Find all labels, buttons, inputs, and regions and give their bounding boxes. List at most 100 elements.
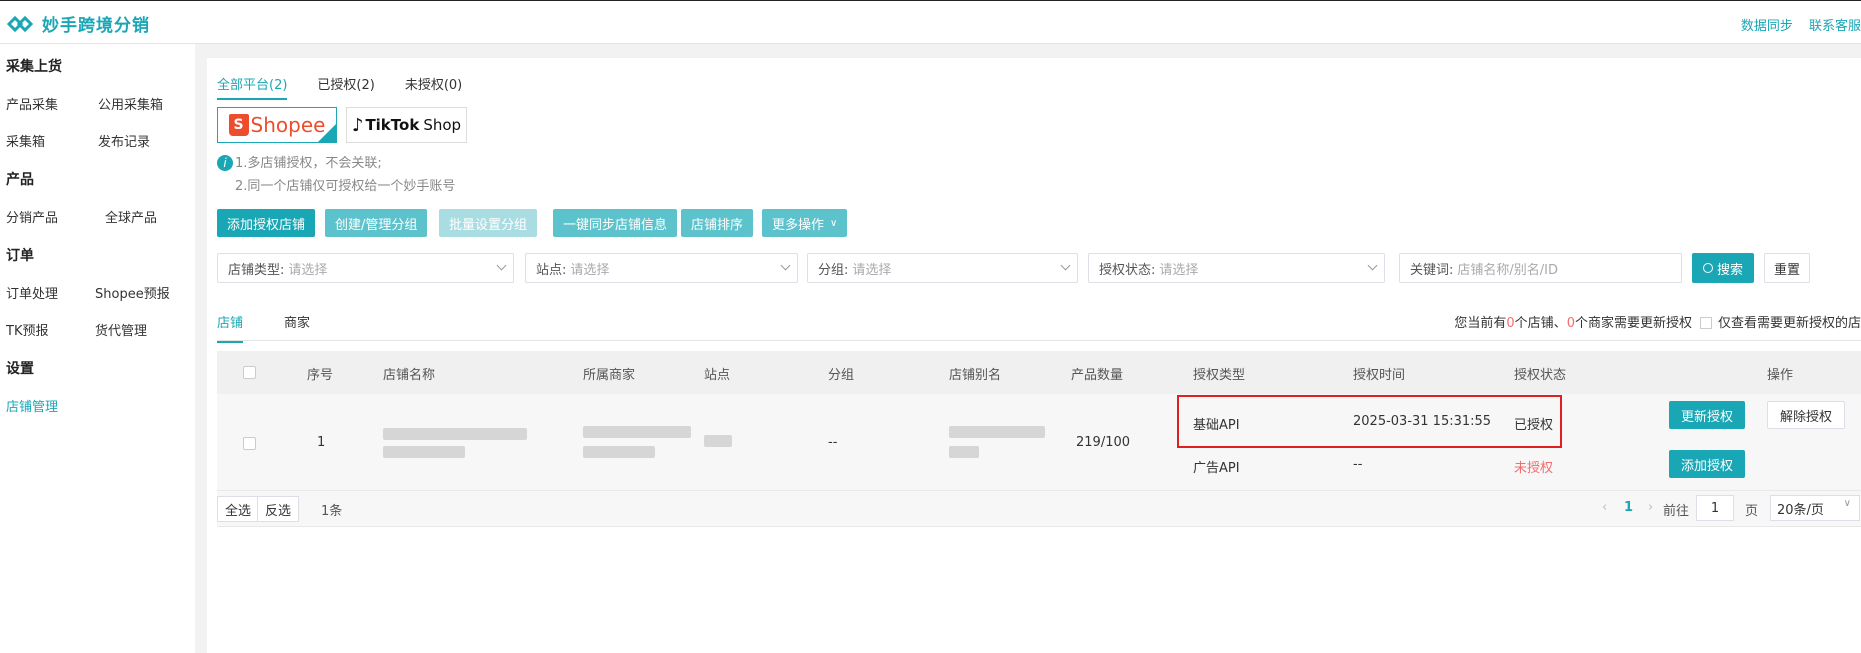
top-bar: 妙手跨境分销 数据同步 联系客服 (0, 0, 1861, 44)
row-group: -- (828, 435, 838, 450)
current-page[interactable]: 1 (1624, 500, 1633, 515)
update-auth-button[interactable]: 更新授权 (1669, 401, 1746, 429)
only-need-update-checkbox[interactable] (1699, 317, 1712, 329)
more-actions-button[interactable]: 更多操作 ∨ (762, 209, 848, 237)
sidebar-group-collect: 采集上货 (6, 59, 62, 75)
tiktok-label: TikTok (365, 116, 420, 134)
tiktok-note-icon: ♪ (351, 114, 364, 136)
auth-status-placeholder: 请选择 (1159, 262, 1199, 278)
page-unit-label: 页 (1745, 504, 1759, 519)
sidebar-item-store-management[interactable]: 店铺管理 (6, 396, 58, 415)
reset-button[interactable]: 重置 (1764, 253, 1810, 283)
select-all-checkbox[interactable] (243, 366, 256, 379)
tip-1: 1.多店铺授权，不会关联; (235, 156, 382, 171)
row-index: 1 (317, 435, 326, 450)
sidebar-item-tk-forecast[interactable]: TK预报 (6, 320, 48, 339)
chevron-down-icon (780, 260, 791, 271)
chevron-down-icon (496, 260, 507, 271)
sidebar-item-publish-log[interactable]: 发布记录 (98, 131, 150, 150)
sidebar-item-product-collect[interactable]: 产品采集 (6, 94, 58, 113)
invert-selection-button[interactable]: 反选 (257, 496, 300, 522)
manage-groups-button[interactable]: 创建/管理分组 (325, 209, 428, 237)
store-sort-button[interactable]: 店铺排序 (681, 209, 754, 237)
tab-stores[interactable]: 店铺 (217, 312, 244, 343)
keyword-input[interactable]: 关键词: 店铺名称/别名/ID (1399, 253, 1682, 283)
search-label: 搜索 (1716, 262, 1743, 278)
auth-status-filter[interactable]: 授权状态: 请选择 (1088, 253, 1385, 283)
tiktok-platform-card[interactable]: ♪ TikTok Shop (346, 107, 467, 143)
sidebar-item-distribution-products[interactable]: 分销产品 (6, 207, 58, 226)
header-links: 数据同步 联系客服 (1729, 15, 1861, 34)
data-sync-link[interactable]: 数据同步 (1741, 19, 1793, 34)
add-auth-button[interactable]: 添加授权 (1669, 450, 1746, 478)
site-placeholder: 请选择 (570, 262, 610, 278)
tab-merchants[interactable]: 商家 (284, 312, 310, 341)
alias-redacted (949, 426, 1045, 438)
sidebar-item-order-processing[interactable]: 订单处理 (6, 283, 58, 302)
page-jump-input[interactable]: 1 (1696, 495, 1734, 521)
page-size-select[interactable]: 20条/页 ∨ (1770, 495, 1860, 521)
shopee-label: Shopee (250, 113, 326, 137)
chevron-down-icon (1367, 260, 1378, 271)
highlight-box (1177, 395, 1562, 448)
tab-unauthorized[interactable]: 未授权(0) (405, 74, 462, 100)
site-filter[interactable]: 站点: 请选择 (525, 253, 798, 283)
revoke-auth-button[interactable]: 解除授权 (1767, 401, 1846, 429)
only-need-update-label: 仅查看需要更新授权的店 (1717, 316, 1861, 331)
table-header: 序号 店铺名称 所属商家 站点 分组 店铺别名 产品数量 授权类型 授权时间 授… (217, 351, 1861, 394)
col-index: 序号 (307, 368, 334, 383)
store-name-redacted (383, 428, 527, 440)
next-page-icon[interactable]: › (1648, 500, 1653, 515)
tab-authorized[interactable]: 已授权(2) (317, 74, 374, 100)
shopee-logo: S Shopee (228, 113, 326, 137)
shops-needing-update: 0 (1506, 316, 1515, 331)
sidebar-item-forwarder[interactable]: 货代管理 (95, 320, 147, 339)
sidebar-item-public-box[interactable]: 公用采集箱 (98, 94, 163, 113)
note-text-2: 个店铺、 (1514, 316, 1567, 331)
store-type-filter[interactable]: 店铺类型: 请选择 (217, 253, 514, 283)
sync-store-info-button[interactable]: 一键同步店铺信息 (553, 209, 678, 237)
col-merchant: 所属商家 (583, 368, 636, 383)
sidebar-group-order: 订单 (6, 248, 34, 264)
sidebar-item-global-products[interactable]: 全球产品 (105, 207, 157, 226)
search-button[interactable]: 搜索 (1692, 253, 1754, 283)
shopee-platform-card[interactable]: S Shopee (217, 107, 337, 143)
select-all-button[interactable]: 全选 (217, 496, 260, 522)
main-panel: 全部平台(2) 已授权(2) 未授权(0) S Shopee ♪ TikTok … (207, 58, 1861, 653)
store-type-label: 店铺类型: (228, 262, 285, 278)
note-text-1: 您当前有 (1454, 316, 1507, 331)
batch-set-group-button[interactable]: 批量设置分组 (439, 209, 538, 237)
brand-logo[interactable]: 妙手跨境分销 (6, 11, 150, 36)
col-site: 站点 (704, 368, 731, 383)
alias-redacted (949, 446, 979, 458)
keyword-label: 关键词: (1410, 262, 1454, 278)
sub-tabs: 店铺 商家 您当前有0个店铺、0个商家需要更新授权 仅查看需要更新授权的店 (217, 306, 1861, 343)
col-auth-time: 授权时间 (1353, 368, 1406, 383)
row-checkbox[interactable] (243, 437, 256, 450)
site-redacted (704, 435, 732, 447)
logo-icon (6, 15, 34, 32)
add-authorized-store-button[interactable]: 添加授权店铺 (217, 209, 316, 237)
group-filter[interactable]: 分组: 请选择 (807, 253, 1078, 283)
chevron-down-icon (1060, 260, 1071, 271)
row-product-count: 219/100 (1076, 435, 1131, 450)
update-auth-note: 您当前有0个店铺、0个商家需要更新授权 仅查看需要更新授权的店 (1454, 312, 1861, 331)
keyword-placeholder: 店铺名称/别名/ID (1457, 262, 1558, 278)
tab-all-platforms[interactable]: 全部平台(2) (217, 74, 288, 100)
table-footer: 全选 反选 1条 ‹ 1 › 前往 1 页 20条/页 ∨ (217, 491, 1861, 527)
group-label: 分组: (818, 262, 849, 278)
sidebar: 采集上货 产品采集 公用采集箱 采集箱 发布记录 产品 分销产品 全球产品 订单… (0, 44, 195, 653)
merchant-redacted (583, 426, 691, 438)
contact-support-link[interactable]: 联系客服 (1809, 19, 1861, 34)
sidebar-item-shopee-forecast[interactable]: Shopee预报 (95, 283, 170, 302)
prev-page-icon[interactable]: ‹ (1602, 500, 1607, 515)
auth-time-ads: -- (1353, 457, 1363, 472)
selected-corner-mark (318, 124, 336, 142)
sidebar-item-collect-box[interactable]: 采集箱 (6, 131, 45, 150)
store-name-redacted (383, 446, 465, 458)
platform-tabs: 全部平台(2) 已授权(2) 未授权(0) (217, 74, 492, 100)
page-size-value: 20条/页 (1777, 502, 1824, 518)
sidebar-group-settings: 设置 (6, 361, 34, 377)
auth-status-label: 授权状态: (1099, 262, 1156, 278)
col-actions: 操作 (1767, 368, 1794, 383)
